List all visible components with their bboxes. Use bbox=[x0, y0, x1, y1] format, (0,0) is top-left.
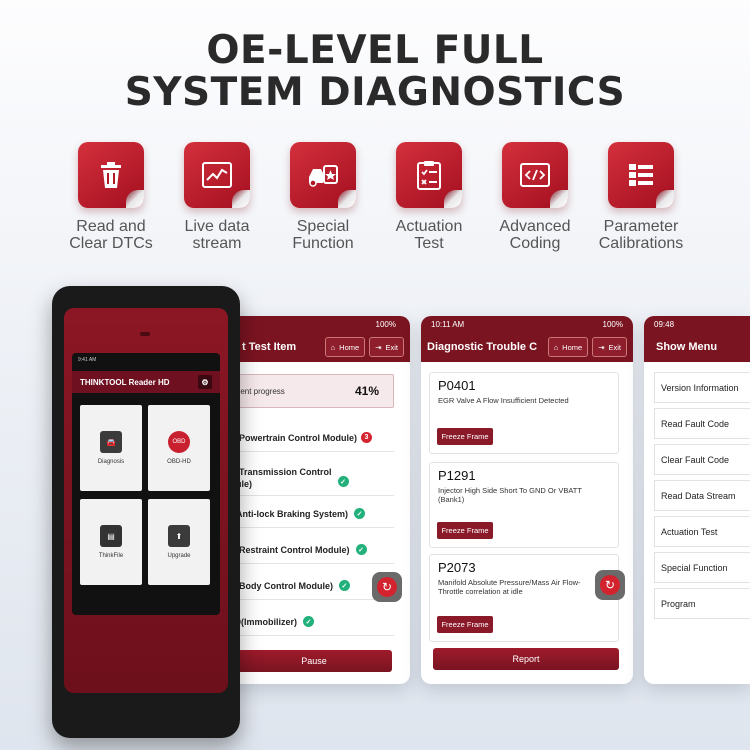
device-face: 9:41 AM THINKTOOL Reader HD ⚙ 🚘 Diagnosi… bbox=[64, 308, 228, 693]
test-row-abs[interactable]: Anti-lock Braking System) ✓ bbox=[234, 500, 394, 528]
home-button[interactable]: ⌂ Home bbox=[547, 337, 589, 357]
refresh-icon: ↻ bbox=[377, 577, 397, 597]
headline-line-2: SYSTEM DIAGNOSTICS bbox=[124, 70, 626, 115]
progress-label: rrent progress bbox=[235, 386, 285, 396]
device-screen: 9:41 AM THINKTOOL Reader HD ⚙ 🚘 Diagnosi… bbox=[72, 353, 220, 615]
progress-panel: rrent progress 41% bbox=[234, 374, 394, 408]
menu-item-read-fault-code[interactable]: Read Fault Code bbox=[654, 408, 750, 439]
progress-value: 41% bbox=[354, 384, 379, 398]
check-icon: ✓ bbox=[354, 508, 366, 519]
test-row-immobilizer[interactable]: 0(Immobilizer) ✓ bbox=[234, 608, 394, 636]
home-icon: ⌂ bbox=[553, 342, 559, 352]
headline: OE-LEVEL FULL SYSTEM DIAGNOSTICS bbox=[0, 30, 750, 114]
feature-live-data: Live data stream bbox=[164, 142, 270, 252]
trash-icon bbox=[78, 142, 144, 208]
test-row-body[interactable]: (Body Control Module) ✓ bbox=[234, 572, 394, 600]
exit-icon: ⇥ bbox=[375, 342, 382, 352]
feature-label: Special Function bbox=[292, 218, 354, 252]
test-row-restraint[interactable]: (Restraint Control Module) ✓ bbox=[234, 536, 394, 564]
upgrade-icon: ⬆ bbox=[168, 525, 190, 547]
status-bar: 09:48 bbox=[644, 316, 750, 332]
device-status-time: 9:41 AM bbox=[78, 357, 97, 363]
car-star-icon bbox=[290, 142, 356, 208]
home-icon: ⌂ bbox=[330, 342, 336, 352]
feature-read-clear-dtcs: Read and Clear DTCs bbox=[58, 142, 164, 252]
code-icon bbox=[502, 142, 568, 208]
feature-label: Live data stream bbox=[184, 218, 250, 252]
camera-dot bbox=[140, 332, 150, 336]
handheld-device: 9:41 AM THINKTOOL Reader HD ⚙ 🚘 Diagnosi… bbox=[52, 286, 240, 738]
freeze-frame-button[interactable]: Freeze Frame bbox=[437, 522, 493, 539]
menu-item-actuation-test[interactable]: Actuation Test bbox=[654, 516, 750, 547]
pause-button[interactable]: Pause bbox=[236, 650, 392, 672]
screen-title: t Test Item bbox=[242, 341, 297, 353]
status-time: 09:48 bbox=[654, 319, 675, 329]
feature-row: Read and Clear DTCs Live data stream Speci… bbox=[58, 142, 718, 252]
feature-actuation-test: Actuation Test bbox=[376, 142, 482, 252]
feature-label: Read and Clear DTCs bbox=[69, 218, 153, 252]
dtc-code: P2073 bbox=[438, 560, 476, 575]
menu-item-version-info[interactable]: Version Information bbox=[654, 372, 750, 403]
tile-diagnosis[interactable]: 🚘 Diagnosis bbox=[80, 405, 142, 491]
exit-button[interactable]: ⇥ Exit bbox=[369, 337, 404, 357]
chart-line-icon bbox=[184, 142, 250, 208]
title-bar: Diagnostic Trouble C ⌂ Home ⇥ Exit bbox=[421, 332, 633, 362]
list-icon bbox=[608, 142, 674, 208]
battery-level: 100% bbox=[375, 319, 396, 329]
dtc-description: EGR Valve A Flow Insufficient Detected bbox=[438, 396, 569, 405]
headline-line-1: OE-LEVEL FULL bbox=[206, 28, 544, 73]
menu-item-clear-fault-code[interactable]: Clear Fault Code bbox=[654, 444, 750, 475]
status-time: 10:11 AM bbox=[431, 319, 465, 329]
report-button[interactable]: Report bbox=[433, 648, 619, 670]
obd-icon: OBD bbox=[168, 431, 190, 453]
feature-advanced-coding: Advanced Coding bbox=[482, 142, 588, 252]
dtc-screen: 10:11 AM 100% Diagnostic Trouble C ⌂ Home… bbox=[421, 316, 633, 684]
tile-thinkfile[interactable]: ▤ ThinkFile bbox=[80, 499, 142, 585]
screen-title: Diagnostic Trouble C bbox=[427, 341, 538, 353]
screen-title: Show Menu bbox=[656, 341, 718, 353]
tile-upgrade[interactable]: ⬆ Upgrade bbox=[148, 499, 210, 585]
checklist-icon bbox=[396, 142, 462, 208]
settings-icon[interactable]: ⚙ bbox=[198, 375, 212, 389]
menu-item-special-function[interactable]: Special Function bbox=[654, 552, 750, 583]
exit-button[interactable]: ⇥ Exit bbox=[592, 337, 627, 357]
exit-icon: ⇥ bbox=[598, 342, 605, 352]
tile-obd-hd[interactable]: OBD OBD-HD bbox=[148, 405, 210, 491]
car-diagnosis-icon: 🚘 bbox=[100, 431, 122, 453]
feature-special-function: Special Function bbox=[270, 142, 376, 252]
check-icon: ✓ bbox=[338, 580, 350, 591]
dtc-description: Injector High Side Short To GND Or VBATT… bbox=[438, 486, 582, 504]
file-icon: ▤ bbox=[100, 525, 122, 547]
show-menu-screen: 09:48 Show Menu Version Information Read… bbox=[644, 316, 750, 684]
dtc-code: P1291 bbox=[438, 468, 476, 483]
feature-label: Actuation Test bbox=[395, 218, 463, 252]
refresh-icon: ↻ bbox=[600, 575, 620, 595]
feature-parameter-calibrations: Parameter Calibrations bbox=[588, 142, 694, 252]
feature-label: Advanced Coding bbox=[499, 218, 571, 252]
dtc-code: P0401 bbox=[438, 378, 476, 393]
menu-item-program[interactable]: Program bbox=[654, 588, 750, 619]
status-bar: 10:11 AM 100% bbox=[421, 316, 633, 332]
menu-list: Version Information Read Fault Code Clea… bbox=[654, 372, 750, 624]
dtc-description: Manifold Absolute Pressure/Mass Air Flow… bbox=[438, 578, 581, 596]
battery-level: 100% bbox=[602, 319, 623, 329]
test-row-powertrain[interactable]: (Powertrain Control Module) 3 bbox=[234, 424, 394, 452]
feature-label: Parameter Calibrations bbox=[598, 218, 684, 252]
test-row-transmission[interactable]: (Transmission Control ule) ✓ bbox=[234, 460, 394, 496]
check-icon: ✓ bbox=[337, 476, 349, 487]
app-title: THINKTOOL Reader HD bbox=[80, 377, 170, 387]
home-button[interactable]: ⌂ Home bbox=[324, 337, 366, 357]
check-icon: ✓ bbox=[303, 616, 315, 627]
app-title-bar: THINKTOOL Reader HD ⚙ bbox=[72, 371, 220, 393]
freeze-frame-button[interactable]: Freeze Frame bbox=[437, 428, 493, 445]
check-icon: ✓ bbox=[355, 544, 367, 555]
title-bar: Show Menu bbox=[644, 332, 750, 362]
freeze-frame-button[interactable]: Freeze Frame bbox=[437, 616, 493, 633]
floating-action-button[interactable]: ↻ bbox=[372, 572, 402, 602]
floating-action-button[interactable]: ↻ bbox=[595, 570, 625, 600]
menu-item-read-data-stream[interactable]: Read Data Stream bbox=[654, 480, 750, 511]
error-count-badge: 3 bbox=[361, 432, 372, 443]
